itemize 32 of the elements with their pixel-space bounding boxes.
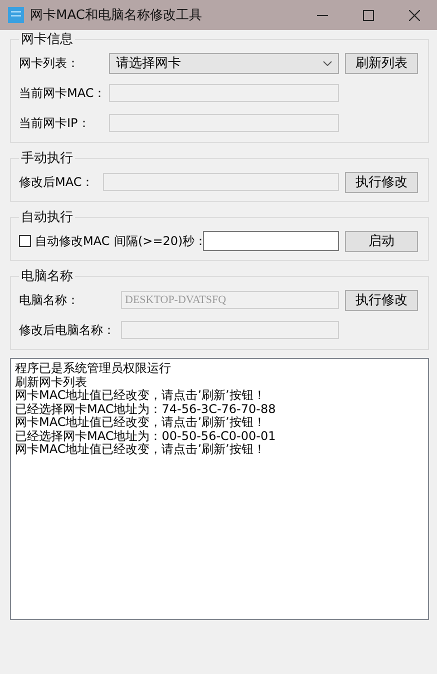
chevron-icon [323,60,332,66]
group-title: 网卡信息 [20,31,74,48]
field-label: 修改后电脑名称： [19,322,116,338]
log-line: 网卡MAC地址值已经改变，请点击’刷新’按钮！ [15,416,266,430]
window-title: 网卡MAC和电脑名称修改工具 [30,7,203,24]
maximize-icon[interactable] [362,10,374,20]
group-title: 电脑名称 [20,268,74,285]
checkbox[interactable] [19,235,31,247]
execute-button[interactable]: 执行修改 [345,172,418,192]
log-line: 程序已是系统管理员权限运行 [15,362,172,376]
adapter-dropdown[interactable]: 请选择网卡 [109,52,339,74]
close-icon[interactable] [408,10,420,20]
log-line: 网卡MAC地址值已经改变，请点击’刷新’按钮！ [15,443,266,456]
app-icon [8,7,24,23]
log-line: 已经选择网卡MAC地址为：00-50-56-C0-00-01 [15,430,277,442]
group-title: 自动执行 [20,209,74,226]
group-title: 手动执行 [20,150,74,167]
field-label: 网卡列表： [19,54,80,72]
minimize-icon[interactable] [316,14,328,16]
field-label: 修改后MAC： [19,174,95,190]
field-label: 电脑名称： [19,292,80,308]
log-line: 已经选择网卡MAC地址为：74-56-3C-76-70-88 [15,402,277,416]
field-label: 当前网卡IP： [19,114,91,132]
refresh-button[interactable]: 刷新列表 [345,52,418,74]
execute-button[interactable]: 执行修改 [345,290,418,310]
log-line: 刷新网卡列表 [15,376,88,389]
input-field[interactable] [203,231,339,251]
checkbox-label[interactable]: 自动修改MAC [35,232,114,250]
field-label: 间隔(>=20)秒： [114,232,203,250]
log-line: 网卡MAC地址值已经改变，请点击’刷新’按钮！ [15,389,266,402]
start-button[interactable]: 启动 [345,230,418,252]
field-label: 当前网卡MAC： [19,84,107,102]
